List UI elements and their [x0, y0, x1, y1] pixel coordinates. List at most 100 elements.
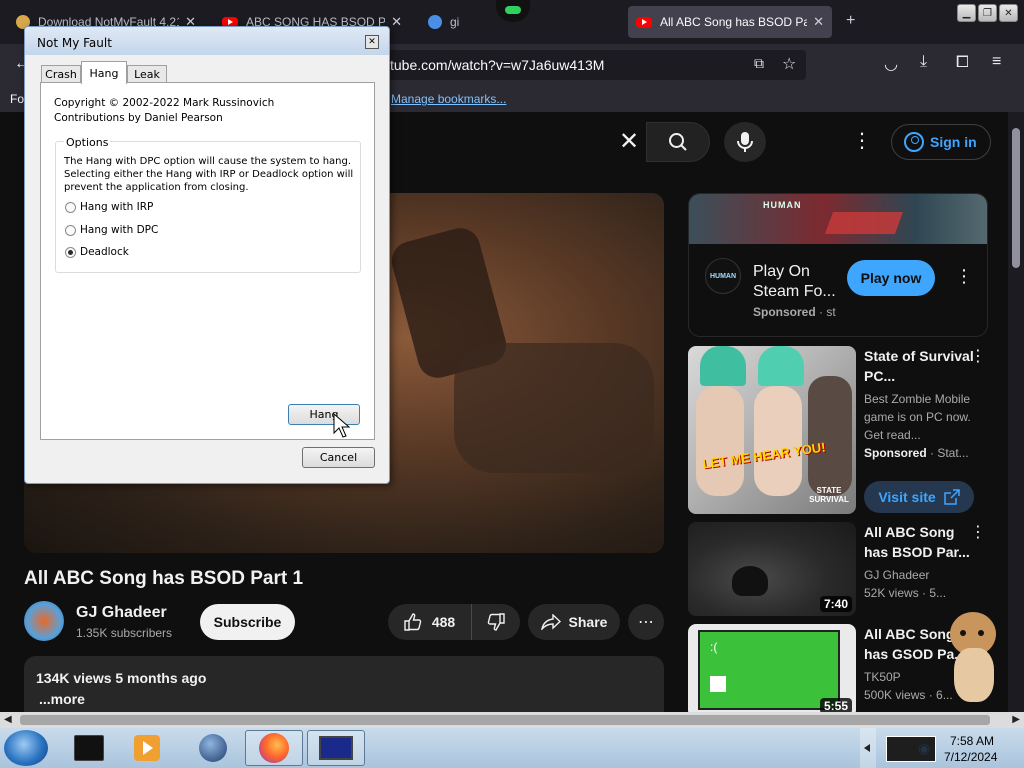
ad-kebab-icon[interactable]: ⋮	[955, 266, 973, 287]
tab-all-abc-song-active[interactable]: All ABC Song has BSOD Part ✕	[628, 6, 832, 38]
channel-avatar[interactable]	[24, 601, 64, 641]
ad-banner-image[interactable]: HUMAN	[689, 194, 987, 244]
minimize-icon[interactable]: ▁	[957, 4, 976, 22]
youtube-favicon-icon	[636, 16, 652, 28]
recommendation-views: 52K views · 5...	[864, 586, 947, 600]
radio-button-checked-icon[interactable]	[65, 246, 76, 258]
radio-button-icon[interactable]	[65, 224, 76, 236]
ad-title[interactable]: Play On Steam Fo...	[753, 262, 839, 302]
options-groupbox: Options The Hang with DPC option will ca…	[55, 136, 361, 273]
maximize-icon[interactable]: ❐	[978, 4, 997, 22]
recommendation-abc-bsod[interactable]: 7:40 All ABC Song has BSOD Par... GJ Gha…	[688, 522, 1008, 616]
ad-advertiser-logo[interactable]: HUMAN	[705, 258, 741, 294]
taskbar-app-notmyfault[interactable]	[307, 730, 365, 766]
show-more-link[interactable]: ...more	[39, 691, 85, 707]
close-window-icon[interactable]: ✕	[999, 4, 1018, 22]
tab-hang[interactable]: Hang	[81, 61, 127, 84]
radio-button-icon[interactable]	[65, 201, 76, 213]
recommendation-kebab-icon[interactable]: ⋮	[970, 346, 986, 366]
recommendation-title[interactable]: All ABC Song has BSOD Par...	[864, 522, 976, 562]
clear-search-icon[interactable]: ✕	[612, 124, 646, 158]
recommendation-info: All ABC Song has BSOD Par... GJ Ghadeer …	[864, 522, 976, 602]
sign-in-label: Sign in	[930, 134, 977, 150]
dialog-close-icon[interactable]: ✕	[365, 35, 379, 49]
recommendation-channel[interactable]: GJ Ghadeer	[864, 566, 976, 584]
play-now-button[interactable]: Play now	[847, 260, 935, 296]
recommendation-thumbnail[interactable]: 7:40	[688, 522, 856, 616]
video-duration: 5:55	[819, 698, 852, 712]
description-box[interactable]: 134K views 5 months ago ...more	[24, 656, 664, 712]
view-stats: 134K views 5 months ago	[36, 670, 207, 686]
recommendation-state-of-survival[interactable]: LET ME HEAR YOU! STATE SURVIVAL State of…	[688, 346, 1008, 514]
scrollbar-thumb[interactable]	[20, 715, 990, 725]
horizontal-scrollbar[interactable]: ◀ ▶	[0, 712, 1024, 728]
visit-site-button[interactable]: Visit site	[864, 481, 974, 513]
ad-card[interactable]: HUMAN HUMAN Play On Steam Fo... Sponsore…	[688, 193, 988, 337]
window-controls: ▁ ❐ ✕	[957, 4, 1018, 22]
more-actions-button[interactable]: ⋯	[628, 604, 664, 640]
radio-label[interactable]: Hang with DPC	[80, 224, 158, 236]
options-legend: Options	[64, 136, 111, 149]
channel-name[interactable]: GJ Ghadeer	[76, 604, 167, 622]
downloads-icon[interactable]: ⤓	[920, 53, 927, 71]
taskbar-app-firefox[interactable]	[245, 730, 303, 766]
dialog-titlebar[interactable]: Not My Fault ✕	[25, 27, 389, 55]
share-label: Share	[568, 614, 608, 630]
options-description: The Hang with DPC option will cause the …	[64, 156, 354, 193]
vertical-scrollbar[interactable]	[1008, 112, 1024, 712]
extensions-icon[interactable]: ⧠	[956, 54, 969, 72]
manage-bookmarks-link[interactable]: Manage bookmarks...	[391, 92, 506, 106]
subscribe-button[interactable]: Subscribe	[200, 604, 295, 640]
clock-date[interactable]: 7/12/2024	[944, 750, 997, 764]
radio-hang-with-irp[interactable]: Hang with IRP	[65, 201, 153, 213]
new-tab-icon[interactable]: +	[846, 12, 855, 30]
scrollbar-thumb[interactable]	[1012, 128, 1020, 268]
show-hidden-icons[interactable]	[860, 728, 876, 768]
dislike-button[interactable]	[472, 604, 520, 640]
settings-kebab-icon[interactable]: ⋮	[852, 128, 872, 153]
taskbar-app-terminal[interactable]	[60, 730, 118, 766]
menu-hamburger-icon[interactable]: ≡	[992, 53, 1001, 71]
console-icon	[74, 735, 104, 761]
recommendation-thumbnail[interactable]: :( 5:55	[688, 624, 856, 712]
url-text: tube.com/watch?v=w7Ja6uw413M	[390, 57, 605, 73]
radio-label[interactable]: Hang with IRP	[80, 201, 153, 213]
microphone-icon	[737, 132, 753, 152]
copyright-line: Copyright © 2002-2022 Mark Russinovich	[54, 97, 275, 109]
share-arrow-icon	[540, 614, 561, 630]
radio-deadlock[interactable]: Deadlock	[65, 246, 129, 258]
taskbar-app-media-player[interactable]	[118, 730, 176, 766]
radio-hang-with-dpc[interactable]: Hang with DPC	[65, 224, 158, 236]
contributions-line: Contributions by Daniel Pearson	[54, 112, 223, 124]
network-icon[interactable]: ◉	[918, 740, 930, 757]
thumbs-down-icon	[487, 613, 505, 631]
notmyfault-dialog: Not My Fault ✕ Crash Hang Leak Copyright…	[24, 26, 390, 484]
start-button[interactable]	[4, 730, 48, 766]
sign-in-button[interactable]: Sign in	[891, 124, 991, 160]
taskbar-app-globe[interactable]	[184, 730, 242, 766]
url-bar[interactable]: tube.com/watch?v=w7Ja6uw413M	[330, 50, 806, 80]
search-button[interactable]	[646, 122, 710, 162]
scroll-left-arrow-icon[interactable]: ◀	[4, 714, 12, 725]
tab-leak[interactable]: Leak	[127, 65, 167, 83]
recommendation-description: Best Zombie Mobile game is on PC now. Ge…	[864, 392, 971, 442]
radio-label[interactable]: Deadlock	[80, 246, 129, 258]
recommendation-thumbnail[interactable]: LET ME HEAR YOU! STATE SURVIVAL	[688, 346, 856, 514]
recommendation-kebab-icon[interactable]: ⋮	[970, 522, 986, 542]
scroll-right-arrow-icon[interactable]: ▶	[1012, 714, 1020, 725]
tab-close-icon[interactable]: ✕	[807, 14, 824, 30]
system-tray: ◉ 7:58 AM 7/12/2024	[860, 728, 1024, 768]
firefox-icon	[259, 733, 289, 763]
share-button[interactable]: Share	[528, 604, 620, 640]
cancel-button[interactable]: Cancel	[302, 447, 375, 468]
clock-time[interactable]: 7:58 AM	[950, 734, 994, 748]
recommendation-title[interactable]: State of Survival PC...	[864, 346, 976, 386]
hamster-sticker-image	[944, 608, 1004, 708]
bookmark-star-icon[interactable]: ☆	[782, 54, 796, 74]
like-button[interactable]: 488	[388, 604, 472, 640]
voice-search-button[interactable]	[724, 122, 766, 162]
pocket-icon[interactable]: ◡	[884, 54, 898, 74]
picture-in-picture-icon[interactable]: ⧉	[754, 55, 764, 72]
tab-crash[interactable]: Crash	[41, 65, 81, 83]
bookmarks-folder-label[interactable]: Fo	[10, 92, 24, 106]
